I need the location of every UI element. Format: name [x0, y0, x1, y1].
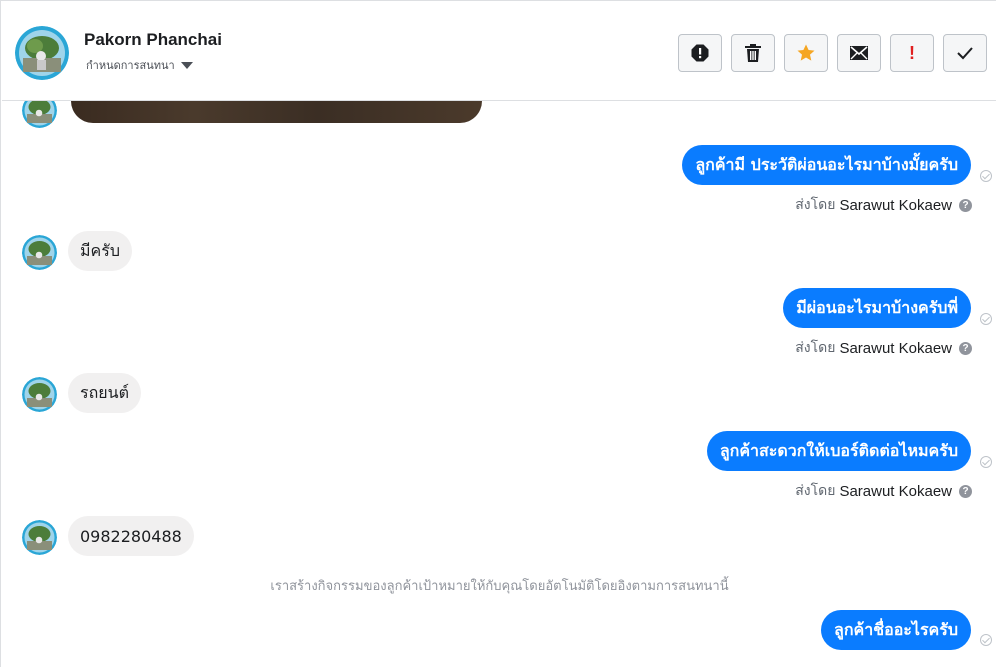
contact-avatar-small	[22, 377, 57, 412]
contact-name: Pakorn Phanchai	[84, 30, 222, 49]
incoming-message[interactable]: มีครับ	[68, 231, 132, 271]
seen-check-icon	[980, 170, 992, 182]
seen-check-icon	[980, 634, 992, 646]
outgoing-message[interactable]: ลูกค้าชื่ออะไรครับ	[821, 610, 971, 650]
envelope-icon	[850, 46, 868, 60]
sent-by-prefix: ส่งโดย	[795, 197, 836, 213]
conversation-schedule-dropdown[interactable]: กำหนดการสนทนา	[86, 56, 193, 74]
sent-by-label: ส่งโดย Sarawut Kokaew ?	[795, 337, 972, 359]
sent-by-label: ส่งโดย Sarawut Kokaew ?	[795, 480, 972, 502]
report-button[interactable]	[678, 34, 722, 72]
contact-avatar-small	[22, 520, 57, 555]
conversation-panel: Pakorn Phanchai กำหนดการสนทนา ! ลูกค้ามี…	[0, 0, 996, 667]
incoming-message[interactable]: 0982280488	[68, 516, 194, 556]
star-icon	[797, 44, 815, 61]
sender-name: Sarawut Kokaew	[839, 339, 952, 357]
sent-by-prefix: ส่งโดย	[795, 483, 836, 499]
message-thread[interactable]: ลูกค้ามี ประวัติผ่อนอะไรมาบ้างมั้ยครับ ส…	[2, 101, 996, 667]
shared-photo[interactable]	[71, 101, 482, 123]
contact-avatar-small	[22, 235, 57, 270]
system-note: เราสร้างกิจกรรมของลูกค้าเป้าหมายให้กับคุ…	[270, 579, 729, 594]
mark-unread-button[interactable]	[837, 34, 881, 72]
mark-done-button[interactable]	[943, 34, 987, 72]
help-icon[interactable]: ?	[959, 341, 972, 355]
contact-avatar[interactable]	[15, 26, 69, 80]
seen-check-icon	[980, 313, 992, 325]
important-icon: !	[909, 43, 915, 63]
outgoing-message[interactable]: ลูกค้าสะดวกให้เบอร์ติดต่อไหมครับ	[706, 431, 971, 471]
header-actions: !	[678, 34, 987, 72]
conversation-header: Pakorn Phanchai กำหนดการสนทนา !	[2, 2, 996, 101]
help-icon[interactable]: ?	[959, 198, 972, 212]
report-icon	[691, 44, 709, 62]
contact-avatar-small	[22, 101, 57, 128]
sent-by-prefix: ส่งโดย	[795, 340, 836, 356]
star-button[interactable]	[784, 34, 828, 72]
sent-by-label: ส่งโดย Sarawut Kokaew ?	[795, 194, 972, 216]
check-icon	[957, 47, 973, 60]
schedule-label: กำหนดการสนทนา	[86, 59, 175, 72]
seen-check-icon	[980, 456, 992, 468]
trash-icon	[745, 44, 761, 62]
delete-button[interactable]	[731, 34, 775, 72]
outgoing-message[interactable]: ลูกค้ามี ประวัติผ่อนอะไรมาบ้างมั้ยครับ	[682, 145, 971, 185]
sender-name: Sarawut Kokaew	[839, 196, 952, 214]
important-button[interactable]: !	[890, 34, 934, 72]
caret-down-icon	[180, 61, 193, 69]
outgoing-message[interactable]: มีผ่อนอะไรมาบ้างครับพี่	[783, 288, 971, 328]
incoming-message[interactable]: รถยนต์	[68, 373, 141, 413]
help-icon[interactable]: ?	[959, 484, 972, 498]
sender-name: Sarawut Kokaew	[839, 482, 952, 500]
